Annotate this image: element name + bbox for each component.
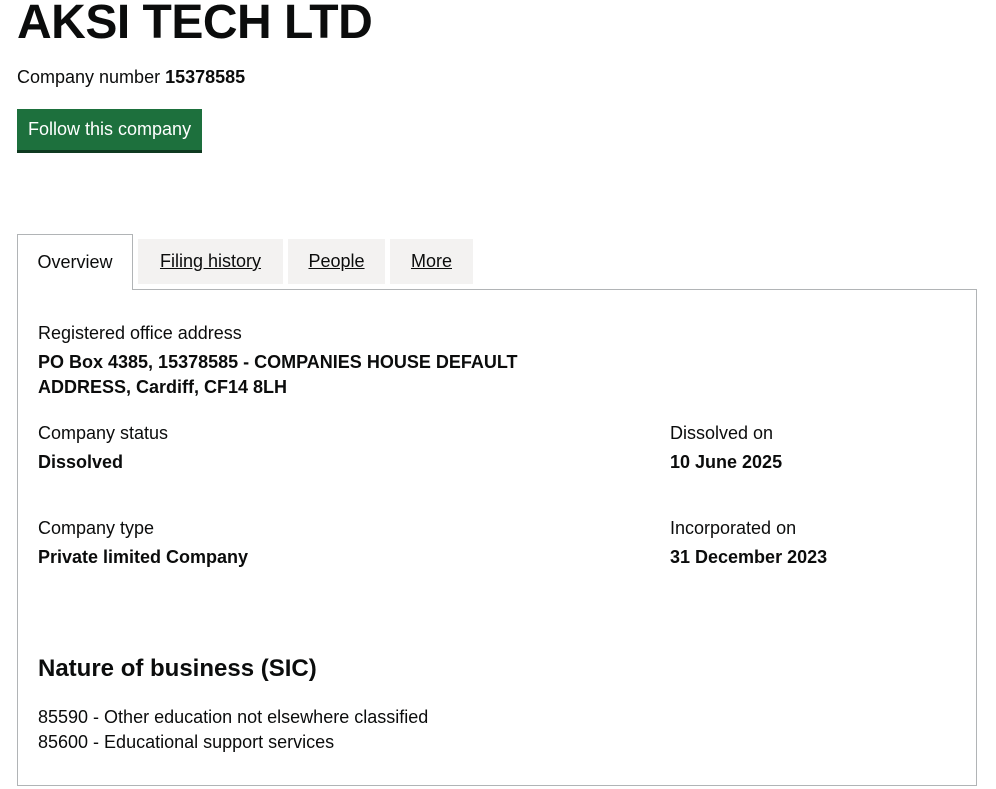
sic-code-item: 85600 - Educational support services bbox=[38, 732, 335, 752]
registered-office-address: PO Box 4385, 15378585 - COMPANIES HOUSE … bbox=[38, 350, 518, 400]
company-status-label: Company status bbox=[38, 423, 169, 443]
company-type-label: Company type bbox=[38, 518, 155, 538]
tab-overview[interactable]: Overview bbox=[17, 234, 133, 290]
company-number-line: Company number 15378585 bbox=[17, 65, 245, 89]
tab-people[interactable]: People bbox=[288, 239, 385, 284]
company-name-heading: AKSI TECH LTD bbox=[17, 0, 373, 49]
address-line-1: PO Box 4385, 15378585 - COMPANIES HOUSE … bbox=[38, 352, 518, 372]
address-line-2: ADDRESS, Cardiff, CF14 8LH bbox=[38, 377, 288, 397]
tab-filing-history[interactable]: Filing history bbox=[138, 239, 283, 284]
company-status-value: Dissolved bbox=[38, 452, 124, 472]
sic-code-item: 85590 - Other education not elsewhere cl… bbox=[38, 707, 429, 727]
sic-code-list: 85590 - Other education not elsewhere cl… bbox=[38, 705, 428, 755]
incorporated-on-label: Incorporated on bbox=[670, 518, 797, 538]
dissolved-on-label: Dissolved on bbox=[670, 423, 774, 443]
incorporated-on-value: 31 December 2023 bbox=[670, 547, 828, 567]
nature-of-business-heading: Nature of business (SIC) bbox=[38, 655, 317, 682]
overview-panel: Registered office address PO Box 4385, 1… bbox=[17, 289, 977, 786]
dissolved-on-value: 10 June 2025 bbox=[670, 452, 783, 472]
company-number-label: Company number bbox=[17, 67, 161, 87]
registered-office-label: Registered office address bbox=[38, 323, 242, 343]
tab-more[interactable]: More bbox=[390, 239, 473, 284]
follow-company-button[interactable]: Follow this company bbox=[17, 109, 203, 153]
company-type-value: Private limited Company bbox=[38, 547, 249, 567]
company-number-value: 15378585 bbox=[165, 67, 246, 87]
